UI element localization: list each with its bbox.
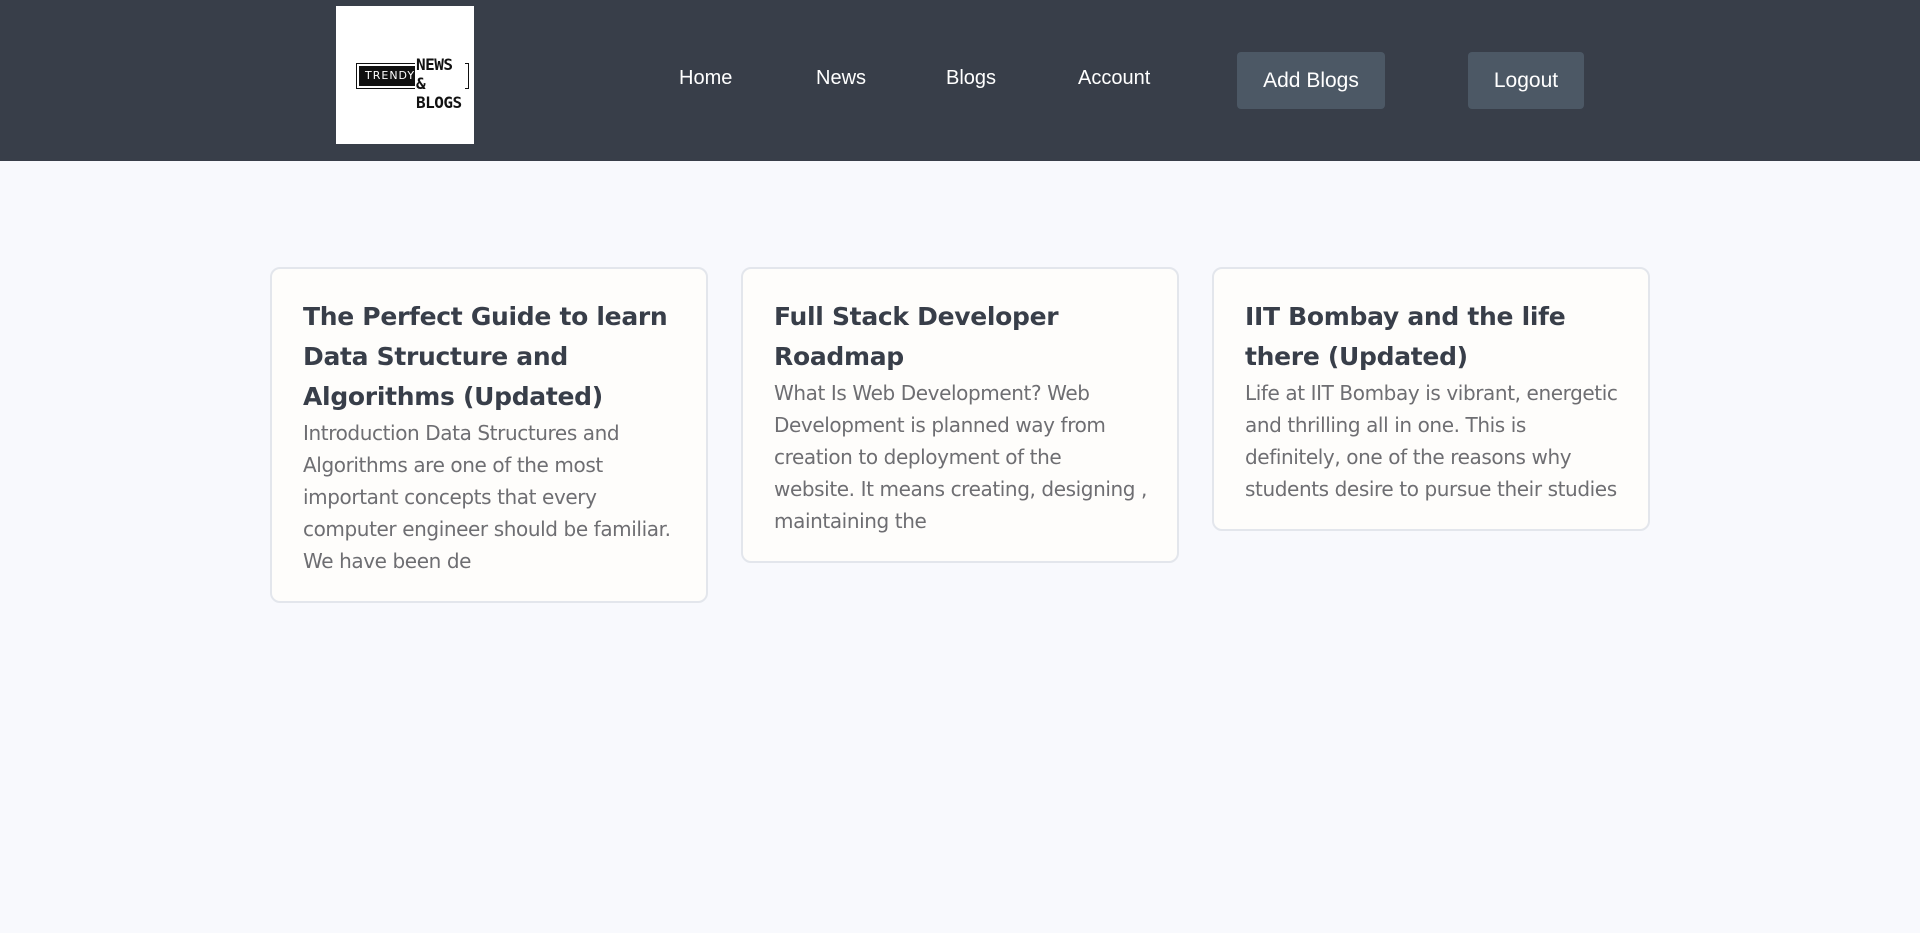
logo-mark: TRENDY NEWS & BLOGS: [345, 53, 469, 112]
logo-wordmark: NEWS & BLOGS: [415, 55, 465, 112]
blog-card[interactable]: IIT Bombay and the life there (Updated) …: [1212, 267, 1650, 531]
nav-link-home[interactable]: Home: [679, 66, 732, 90]
logo-tag: TRENDY: [359, 66, 422, 86]
blog-card-title[interactable]: The Perfect Guide to learn Data Structur…: [303, 297, 676, 417]
blog-card-excerpt: Introduction Data Structures and Algorit…: [303, 421, 671, 573]
nav-link-account[interactable]: Account: [1078, 66, 1150, 90]
blog-card-title[interactable]: Full Stack Developer Roadmap: [774, 297, 1147, 377]
blog-card[interactable]: Full Stack Developer Roadmap What Is Web…: [741, 267, 1179, 563]
logo-line-2: BLOGS: [416, 93, 462, 112]
blog-card[interactable]: The Perfect Guide to learn Data Structur…: [270, 267, 708, 603]
blog-card-title[interactable]: IIT Bombay and the life there (Updated): [1245, 297, 1618, 377]
nav-link-news[interactable]: News: [816, 66, 866, 90]
logout-button[interactable]: Logout: [1468, 52, 1584, 109]
logo-line-1: NEWS &: [416, 55, 453, 93]
blog-card-excerpt: Life at IIT Bombay is vibrant, energetic…: [1245, 381, 1618, 501]
navbar: TRENDY NEWS & BLOGS Home News Blogs Acco…: [0, 0, 1920, 161]
blog-card-excerpt: What Is Web Development? Web Development…: [774, 381, 1148, 533]
site-logo[interactable]: TRENDY NEWS & BLOGS: [336, 6, 474, 144]
nav-link-blogs[interactable]: Blogs: [946, 66, 996, 90]
add-blogs-button[interactable]: Add Blogs: [1237, 52, 1385, 109]
